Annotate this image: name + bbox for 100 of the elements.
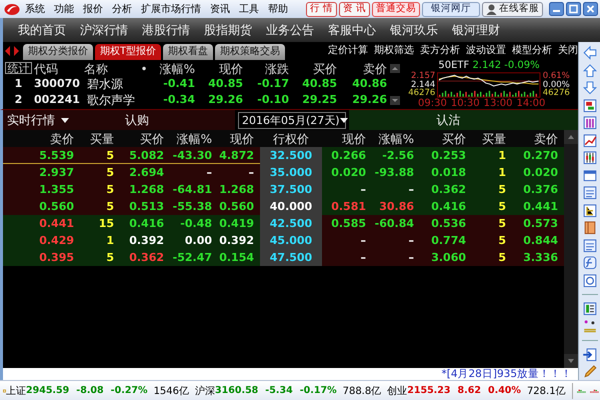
link[interactable]: 波动设置 [466,42,506,60]
scroll-up-icon[interactable] [564,130,578,144]
nav-link[interactable]: 沪深行情 [80,22,128,38]
table-cell: 2.694 [129,166,164,179]
table-cell: 0.536 [431,217,466,230]
link[interactable]: 期权筛选 [374,42,414,60]
nav-link[interactable]: 股指期货 [204,22,252,38]
table-cell: 0.844 [523,234,558,247]
list-icon[interactable] [582,300,598,316]
index-name: 沪深 [195,384,216,398]
call-quote-row[interactable]: 0.395 5 0.362 -52.47 0.154 [3,249,260,266]
axis-label: 2.144 [410,80,436,90]
put-quote-row[interactable]: – – 3.060 5 3.336 [322,249,564,266]
table-cell: 1 [498,149,506,162]
line-chart-icon[interactable] [582,132,598,148]
scroll-down-icon[interactable] [564,354,578,368]
menu-item[interactable]: 资讯 [210,2,230,16]
index-name: 上证 [6,384,26,398]
scrollbar[interactable] [564,130,578,368]
link[interactable]: 模型分析 [512,42,552,60]
link[interactable]: 卖方分析 [420,42,460,60]
column-header: 现价 [218,61,244,78]
tab[interactable]: 期权分类报价 [23,44,93,60]
menu-item[interactable]: 系统 [25,2,45,16]
menu-item[interactable]: 工具 [239,2,259,16]
toolbar-button[interactable]: 行 情 [306,2,337,16]
menu-item[interactable]: 报价 [83,2,103,16]
call-quote-row[interactable]: 0.560 5 0.513 -55.38 0.560 [3,198,260,215]
index-amount: 728.1亿 [526,384,566,398]
arrow-left-icon[interactable] [582,45,598,60]
scatter-icon[interactable] [582,318,598,334]
nav-link[interactable]: 我的首页 [18,22,66,38]
strike-price: 32.500 [270,149,312,162]
nav-link[interactable]: 港股行情 [142,22,190,38]
stock-name[interactable]: 歌尔声学 [84,92,152,108]
document-icon[interactable] [582,185,598,200]
table-cell: 15 [98,217,114,230]
arrow-down-icon[interactable] [582,80,598,96]
put-quote-row[interactable]: 0.585 -60.84 0.536 5 0.573 [322,215,564,232]
toolbar-button[interactable]: 在线客服 [482,2,543,16]
menu-item[interactable]: 分析 [112,2,132,16]
toolbar-button[interactable]: 银河网厅 [422,2,480,16]
tree-icon[interactable] [582,202,598,218]
scroll-down-icon[interactable] [390,96,400,105]
menu-item[interactable]: 帮助 [268,2,288,16]
table-cell: -60.84 [374,217,414,230]
mode-dropdown[interactable]: 实时行情 [7,112,69,128]
table-cell-text: 40.85 [207,76,244,92]
arrows-icon[interactable] [4,46,20,56]
scroll-up-icon[interactable] [390,64,400,73]
link[interactable]: 关闭 [558,42,578,60]
flag-icon[interactable] [582,98,598,113]
stock-code[interactable]: 300070 [34,76,84,92]
arrow-up-icon[interactable] [582,62,598,78]
tab[interactable]: 期权策略交易 [215,44,286,60]
stock-name[interactable]: 碧水源 [84,76,152,92]
call-quote-row[interactable]: 5.539 5 5.082 -43.30 4.872 [3,147,260,164]
tab[interactable]: 期权看盘 [163,44,214,60]
table-cell: 1.268 [129,183,164,196]
minimize-button[interactable] [549,2,564,16]
call-quote-row[interactable]: 0.441 15 0.416 -0.48 0.419 [3,215,260,232]
nav-link[interactable]: 银河玖乐 [390,22,438,38]
expiry-dropdown[interactable]: 2016年05月(27天) [238,112,346,128]
document-icon[interactable] [582,238,598,253]
maximize-button[interactable] [566,2,581,16]
candlestick-icon[interactable] [582,150,598,166]
put-quote-row[interactable]: – – 0.362 5 0.376 [322,181,564,198]
table-cell-text: -0.41 [162,76,196,92]
window-icon[interactable] [582,168,598,183]
table-cell: 1.355 [39,183,74,196]
time-label: 10:30 [450,98,480,110]
close-button[interactable] [583,2,598,16]
nav-link[interactable]: 客服中心 [328,22,376,38]
menu-item[interactable]: 功能 [54,2,74,16]
column-header: 买量 [472,130,512,148]
put-quote-row[interactable]: 0.266 -2.56 0.253 1 0.270 [322,147,564,164]
put-quote-row[interactable]: 0.581 30.86 0.416 5 0.441 [322,198,564,215]
formula-icon[interactable] [582,255,598,270]
table-cell: 5 [106,183,114,196]
toolbar-button[interactable]: 普通交易 [372,2,420,16]
row-number: 1 [14,76,24,92]
tab[interactable]: 期权T型报价 [95,44,162,60]
stats-button[interactable]: 统计 [5,62,32,74]
call-quote-row[interactable]: 2.937 5 2.694 – – [3,164,260,181]
call-quote-row[interactable]: 1.355 5 1.268 -64.81 1.268 [3,181,260,198]
strike-price: 35.000 [270,166,312,179]
nav-link[interactable]: 业务公告 [266,22,314,38]
put-quote-row[interactable]: – – 0.774 5 0.844 [322,232,564,249]
menu-item[interactable]: 扩展市场行情 [141,2,201,16]
toolbar-button[interactable]: 资 讯 [338,2,370,16]
stock-code[interactable]: 002241 [34,92,84,108]
link[interactable]: 定价计算 [328,42,368,60]
nav-link[interactable]: 银河理财 [452,22,500,38]
login-icon[interactable] [582,346,598,362]
bar-chart-icon[interactable] [582,115,598,130]
table-cell: – [408,234,414,247]
call-quote-row[interactable]: 0.429 1 0.392 0.00 0.392 [3,232,260,249]
index-value: 2945.59 [26,385,70,396]
put-quote-row[interactable]: 0.020 -93.88 0.018 1 0.020 [322,164,564,181]
book-icon[interactable] [582,220,598,236]
